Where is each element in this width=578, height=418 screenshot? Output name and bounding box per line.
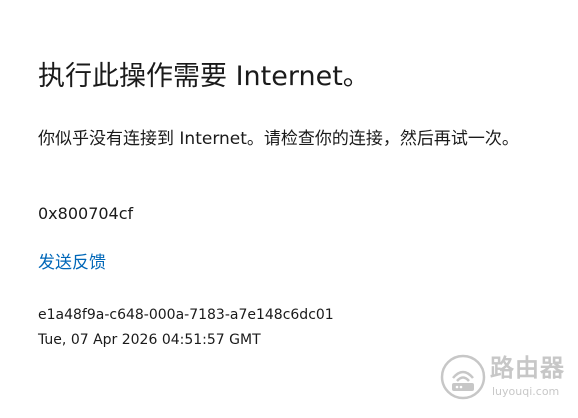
router-logo-icon bbox=[440, 354, 486, 400]
watermark-name: 路由器 bbox=[490, 354, 565, 382]
watermark-url: luyouqi.com bbox=[492, 385, 560, 398]
timestamp: Tue, 07 Apr 2026 04:51:57 GMT bbox=[38, 332, 261, 348]
page-title: 执行此操作需要 Internet。 bbox=[38, 61, 370, 92]
watermark: 路由器 luyouqi.com bbox=[440, 350, 572, 406]
send-feedback-link[interactable]: 发送反馈 bbox=[38, 251, 106, 275]
error-message: 你似乎没有连接到 Internet。请检查你的连接，然后再试一次。 bbox=[38, 129, 519, 149]
error-code: 0x800704cf bbox=[38, 204, 134, 223]
correlation-id: e1a48f9a-c648-000a-7183-a7e148c6dc01 bbox=[38, 307, 334, 323]
error-page: 执行此操作需要 Internet。 你似乎没有连接到 Internet。请检查你… bbox=[0, 0, 578, 418]
